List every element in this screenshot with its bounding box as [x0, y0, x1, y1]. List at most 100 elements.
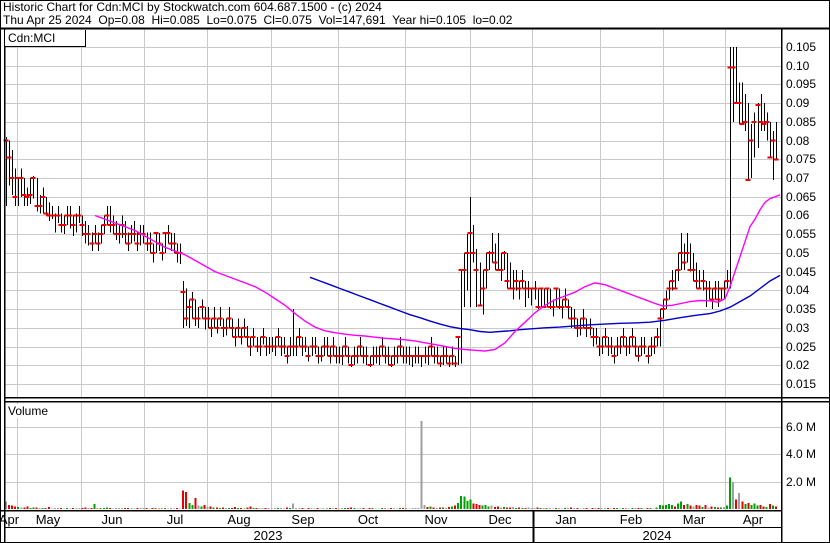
- volume-bar: [313, 508, 316, 509]
- close-tick: [153, 232, 159, 235]
- volume-bar: [594, 508, 597, 509]
- price-axis-label: 0.095: [786, 77, 817, 92]
- close-tick: [425, 354, 431, 357]
- close-tick: [211, 317, 217, 320]
- volume-bar: [72, 508, 75, 509]
- close-tick: [302, 345, 308, 348]
- volume-bar: [536, 507, 539, 509]
- volume-bar: [597, 507, 600, 509]
- close-tick: [553, 287, 559, 290]
- close-tick: [721, 287, 727, 290]
- volume-bar: [729, 477, 731, 509]
- close-tick: [260, 336, 266, 339]
- close-tick: [681, 261, 687, 264]
- close-tick: [9, 177, 15, 179]
- close-tick: [37, 205, 43, 208]
- month-label: Apr: [0, 512, 20, 527]
- price-axis-label: 0.10: [786, 58, 810, 73]
- close-tick: [318, 354, 324, 357]
- volume-bar: [273, 507, 276, 509]
- volume-bar: [173, 508, 175, 509]
- close-tick: [739, 122, 745, 125]
- close-tick: [651, 345, 657, 348]
- close-tick: [342, 345, 348, 348]
- close-tick: [79, 223, 85, 226]
- close-tick: [12, 195, 18, 198]
- close-tick: [43, 212, 49, 215]
- close-tick: [180, 291, 186, 294]
- close-tick: [30, 177, 36, 179]
- close-tick: [684, 251, 690, 254]
- price-axis-label: 0.04: [786, 283, 810, 298]
- volume-bar: [628, 508, 631, 509]
- close-tick: [672, 287, 678, 290]
- close-tick: [229, 326, 235, 329]
- volume-bar: [603, 508, 606, 509]
- volume-bar: [338, 508, 340, 509]
- volume-bar: [124, 508, 127, 509]
- close-tick: [700, 280, 706, 282]
- close-tick: [559, 306, 565, 309]
- price-axis-label: 0.035: [786, 302, 817, 317]
- close-tick: [452, 362, 458, 365]
- close-tick: [165, 232, 171, 235]
- volume-bar: [386, 508, 389, 509]
- month-label: Jan: [555, 512, 577, 527]
- volume-bar: [713, 506, 716, 509]
- volume-bar: [380, 508, 383, 509]
- volume-bar: [203, 504, 206, 509]
- volume-bar: [44, 508, 47, 509]
- close-tick: [379, 345, 385, 348]
- close-tick: [602, 336, 608, 339]
- volume-bar: [258, 507, 261, 509]
- volume-bar: [279, 508, 282, 509]
- volume-bar: [185, 491, 188, 509]
- volume-bar: [686, 504, 689, 509]
- volume-bar: [451, 506, 453, 510]
- close-tick: [773, 158, 779, 161]
- close-tick: [67, 214, 73, 217]
- close-tick: [532, 287, 538, 290]
- volume-bar: [496, 506, 499, 510]
- volume-bar: [374, 508, 377, 509]
- volume-bar: [359, 508, 362, 509]
- volume-axis-label: 6.0 M: [786, 419, 817, 434]
- volume-bar: [762, 506, 765, 510]
- symbol-label: Cdn:MCI: [8, 31, 56, 45]
- volume-bar: [377, 508, 380, 509]
- close-tick: [501, 251, 507, 254]
- volume-bar: [331, 508, 334, 509]
- volume-bar: [478, 504, 481, 509]
- close-tick: [577, 326, 583, 329]
- close-tick: [428, 345, 434, 348]
- volume-bar: [221, 507, 224, 509]
- close-tick: [587, 326, 593, 329]
- close-tick: [214, 326, 220, 329]
- month-label: May: [35, 512, 61, 527]
- close-tick: [376, 354, 382, 357]
- volume-bar: [774, 506, 777, 510]
- volume-bar: [276, 508, 279, 509]
- close-tick: [92, 233, 98, 236]
- volume-bar: [11, 505, 14, 509]
- price-axis-label: 0.05: [786, 245, 810, 260]
- volume-bar: [524, 507, 527, 509]
- close-tick: [755, 104, 761, 106]
- close-tick: [244, 336, 250, 339]
- volume-bar: [200, 506, 203, 510]
- volume-bar: [567, 508, 570, 509]
- symbol-label-box: Cdn:MCI: [5, 30, 86, 47]
- volume-bar: [506, 507, 508, 509]
- volume-bar: [643, 508, 646, 509]
- close-tick: [247, 345, 253, 348]
- volume-bar: [722, 506, 725, 509]
- volume-bar: [66, 508, 69, 509]
- volume-bar: [622, 508, 625, 509]
- volume-bar: [402, 508, 405, 509]
- volume-bar: [292, 503, 295, 509]
- volume-bar: [499, 507, 502, 509]
- volume-bar: [475, 504, 478, 509]
- volume-bar: [115, 508, 117, 509]
- close-tick: [24, 195, 30, 198]
- volume-bar: [157, 508, 160, 509]
